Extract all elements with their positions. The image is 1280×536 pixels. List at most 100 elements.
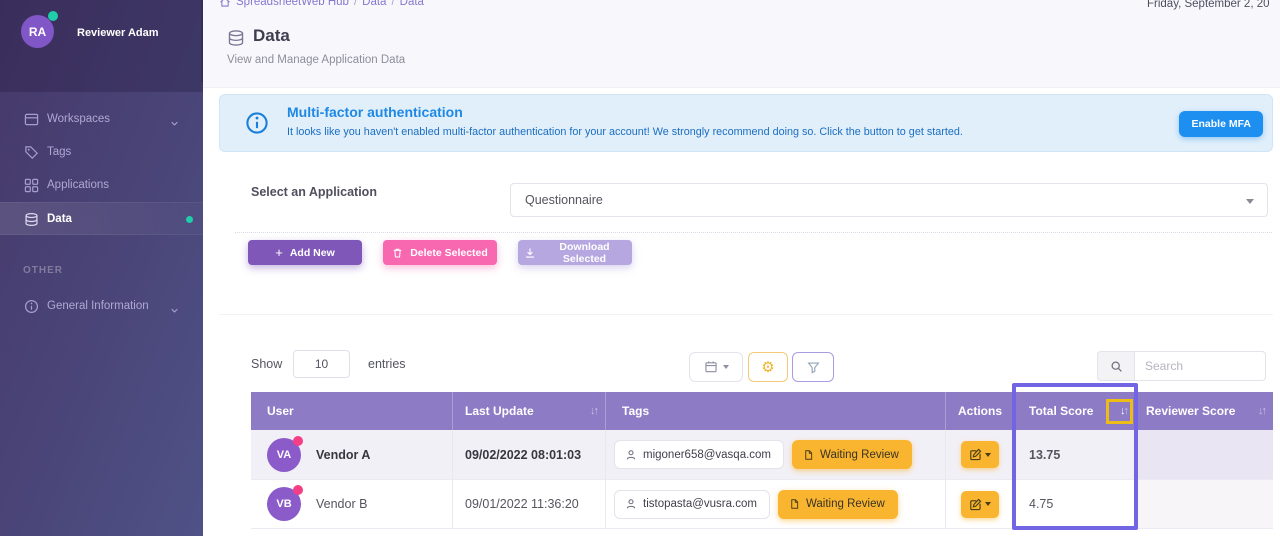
email-tag-chip[interactable]: migoner658@vasqa.com	[614, 440, 785, 469]
download-selected-button[interactable]: Download Selected	[518, 240, 632, 265]
workspaces-icon	[24, 112, 39, 132]
table-row[interactable]: VA Vendor A 09/02/2022 08:01:03 migoner6…	[251, 430, 1273, 480]
application-select-value: Questionnaire	[525, 193, 603, 207]
edit-actions-button[interactable]	[961, 490, 999, 518]
status-tag-label: Waiting Review	[805, 498, 885, 510]
avatar: VB	[267, 485, 303, 521]
sidebar-item-tags[interactable]: Tags	[0, 136, 203, 169]
sort-icon[interactable]: ↓↑	[1258, 392, 1267, 430]
total-score-value: 13.75	[1029, 447, 1061, 462]
search-input[interactable]	[1134, 351, 1266, 381]
user-name: Reviewer Adam	[77, 27, 159, 39]
gear-icon: ⚙	[761, 359, 775, 376]
chevron-down-icon	[985, 452, 991, 457]
mfa-banner: Multi-factor authentication It looks lik…	[219, 94, 1273, 152]
file-icon	[803, 449, 814, 461]
delete-selected-label: Delete Selected	[410, 246, 488, 259]
email-tag-label: tistopasta@vusra.com	[643, 498, 757, 510]
column-header-last-update[interactable]: Last Update ↓↑	[452, 392, 605, 430]
chevron-down-icon	[985, 502, 991, 506]
column-header-tags[interactable]: Tags	[605, 392, 945, 430]
avatar: VA	[267, 435, 303, 472]
table-row[interactable]: VB Vendor B 09/01/2022 11:36:20 tistopas…	[251, 480, 1273, 529]
vendor-name: Vendor A	[316, 447, 371, 462]
sidebar-item-applications[interactable]: Applications	[0, 169, 203, 202]
breadcrumb: SpreadsheetWeb Hub / Data / Data	[219, 0, 424, 8]
sidebar-item-workspaces[interactable]: Workspaces	[0, 103, 203, 136]
app-window: RA Reviewer Adam Workspaces Tags Applica…	[0, 0, 1280, 536]
chevron-down-icon	[170, 115, 179, 133]
column-header-total-score[interactable]: Total Score ↓↑	[1014, 392, 1135, 430]
add-new-button[interactable]: + Add New	[248, 240, 362, 265]
total-score-cell: 4.75	[1014, 480, 1135, 528]
breadcrumb-home-link[interactable]: SpreadsheetWeb Hub	[236, 0, 349, 8]
sidebar-item-label: General Information	[47, 300, 149, 312]
edit-icon	[969, 448, 982, 461]
sort-icon-active[interactable]: ↓↑	[1120, 392, 1129, 430]
database-icon	[24, 212, 39, 232]
column-label: Reviewer Score	[1146, 404, 1236, 418]
filter-funnel-icon	[806, 361, 820, 374]
entries-count-select[interactable]: 10	[293, 350, 350, 378]
sort-icon[interactable]: ↓↑	[590, 392, 599, 430]
column-header-user[interactable]: User	[251, 392, 452, 430]
user-icon	[625, 498, 637, 510]
section-divider	[219, 314, 1273, 315]
tags-cell: migoner658@vasqa.com Waiting Review	[605, 430, 945, 479]
avatar-initials: VB	[276, 498, 292, 510]
user-icon	[625, 449, 637, 461]
show-label: Show	[251, 357, 283, 371]
file-icon	[789, 498, 800, 510]
search-icon	[1097, 351, 1134, 381]
entries-label: entries	[368, 357, 406, 371]
avatar-initials: VA	[276, 448, 292, 461]
breadcrumb-link[interactable]: Data	[362, 0, 386, 8]
application-select-label: Select an Application	[251, 185, 377, 199]
email-tag-chip[interactable]: tistopasta@vusra.com	[614, 489, 770, 519]
delete-selected-button[interactable]: Delete Selected	[383, 240, 497, 265]
current-date: Friday, September 2, 20	[1147, 0, 1270, 10]
user-profile[interactable]: RA Reviewer Adam	[0, 0, 203, 92]
user-cell: VB Vendor B	[251, 480, 452, 528]
sidebar-item-general-information[interactable]: General Information	[0, 290, 203, 323]
column-label: User	[267, 404, 294, 418]
status-tag-chip[interactable]: Waiting Review	[792, 440, 912, 469]
data-notification-dot	[186, 216, 193, 223]
mfa-banner-title: Multi-factor authentication	[287, 104, 463, 120]
mfa-banner-message: It looks like you haven't enabled multi-…	[287, 126, 963, 138]
add-new-label: Add New	[289, 246, 335, 259]
sidebar-item-label: Applications	[47, 179, 110, 191]
column-header-actions[interactable]: Actions	[945, 392, 1014, 430]
edit-actions-button[interactable]	[961, 441, 999, 468]
date-filter-button[interactable]	[689, 352, 743, 382]
application-select[interactable]: Questionnaire	[510, 183, 1268, 217]
filter-button[interactable]	[792, 352, 834, 382]
edit-icon	[969, 498, 982, 511]
status-tag-chip[interactable]: Waiting Review	[777, 489, 898, 519]
dotted-divider	[235, 232, 1272, 233]
settings-gear-button[interactable]: ⚙	[748, 352, 788, 382]
actions-cell	[945, 480, 1014, 528]
column-header-reviewer-score[interactable]: Reviewer Score ↓↑	[1135, 392, 1273, 430]
info-icon	[24, 299, 39, 319]
sidebar: RA Reviewer Adam Workspaces Tags Applica…	[0, 0, 203, 536]
sidebar-item-data[interactable]: Data	[0, 202, 203, 235]
breadcrumb-separator: /	[391, 0, 395, 8]
sidebar-section-label: OTHER	[23, 265, 63, 276]
page-subtitle: View and Manage Application Data	[227, 54, 406, 66]
calendar-icon	[704, 360, 718, 374]
tags-cell: tistopasta@vusra.com Waiting Review	[605, 480, 945, 528]
tag-icon	[24, 145, 39, 165]
sidebar-item-label: Tags	[47, 146, 72, 158]
notification-dot	[293, 435, 303, 446]
last-update-cell: 09/01/2022 11:36:20	[452, 480, 605, 528]
column-label: Actions	[957, 404, 1002, 418]
column-label: Total Score	[1029, 404, 1094, 418]
breadcrumb-separator: /	[353, 0, 358, 8]
last-update-value: 09/01/2022 11:36:20	[465, 497, 579, 511]
notification-dot	[293, 485, 303, 495]
enable-mfa-button[interactable]: Enable MFA	[1179, 111, 1263, 137]
avatar-initials: RA	[28, 24, 47, 39]
vendor-name: Vendor B	[316, 497, 368, 511]
trash-icon	[392, 247, 403, 259]
